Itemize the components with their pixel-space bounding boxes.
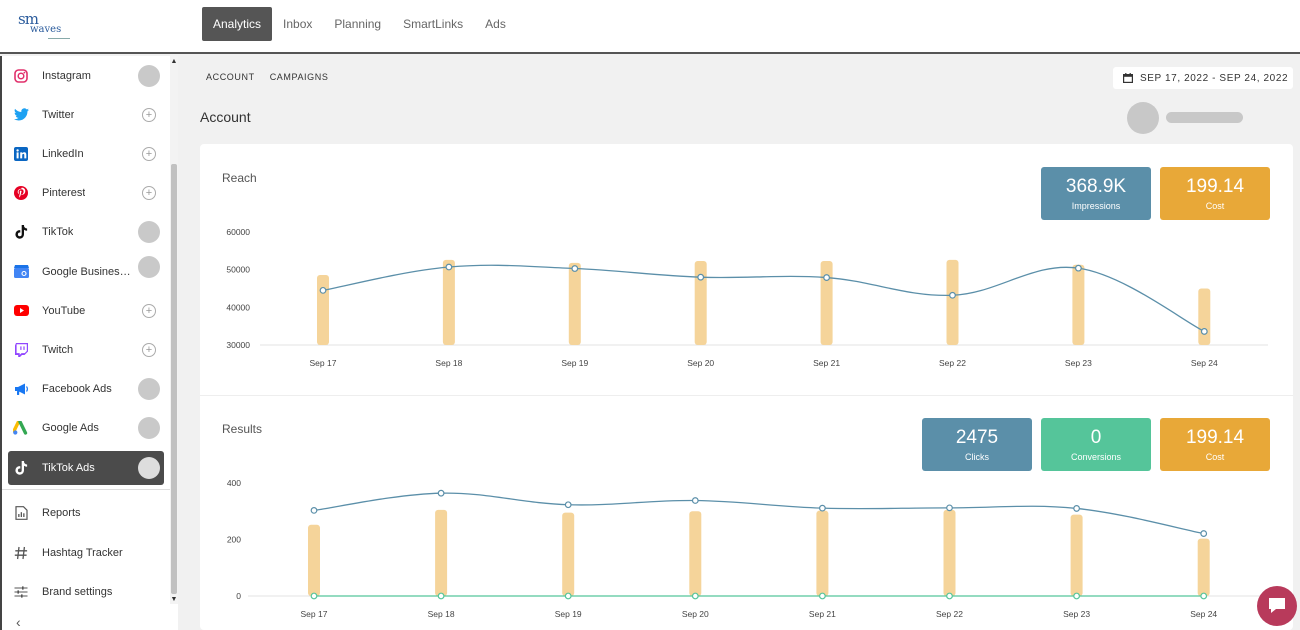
- line-point: [946, 504, 953, 512]
- x-tick-label: Sep 24: [1190, 609, 1217, 619]
- line-point: [1073, 592, 1080, 600]
- line-point: [437, 592, 445, 600]
- x-tick-label: Sep 23: [1063, 609, 1090, 619]
- chart-bar: [1072, 264, 1085, 345]
- chart-bar: [943, 509, 956, 596]
- y-tick-label: 400: [227, 478, 241, 488]
- x-tick-label: Sep 24: [1191, 358, 1218, 368]
- chat-icon: [1269, 598, 1285, 613]
- x-tick-label: Sep 18: [435, 358, 462, 368]
- y-tick-label: 60000: [226, 227, 250, 237]
- chart-bar: [568, 262, 581, 345]
- chart-bar: [820, 261, 833, 345]
- line-point: [1074, 264, 1082, 272]
- line-point: [310, 507, 318, 514]
- chart-bar: [1198, 288, 1211, 345]
- x-tick-label: Sep 23: [1065, 358, 1092, 368]
- charts: 30000 40000 50000 60000 Sep 17 Sep 18 Sep 19 Se…: [226, 227, 1268, 619]
- y-tick-label: 200: [227, 535, 241, 545]
- x-tick-label: Sep 17: [310, 358, 337, 368]
- x-tick-label: Sep 20: [682, 609, 709, 619]
- line-point: [949, 291, 956, 299]
- chart-bar: [442, 259, 455, 345]
- line-point: [1200, 530, 1208, 537]
- series-line: [322, 264, 1205, 333]
- line-point: [1200, 592, 1208, 600]
- x-tick-label: Sep 19: [561, 358, 588, 368]
- line-point: [819, 592, 826, 600]
- y-tick-label: 30000: [226, 340, 250, 350]
- line-point: [697, 273, 705, 281]
- line-point: [310, 592, 318, 600]
- chart-bar: [317, 274, 329, 345]
- chart-bar: [689, 511, 702, 596]
- x-tick-label: Sep 22: [939, 358, 966, 368]
- line-point: [319, 286, 327, 294]
- series-line: [313, 492, 1204, 535]
- x-tick-label: Sep 19: [555, 609, 582, 619]
- line-point: [823, 274, 830, 281]
- y-tick-label: 50000: [226, 265, 250, 275]
- chart-bar: [562, 512, 575, 596]
- chart-bar: [816, 510, 829, 596]
- chat-button[interactable]: [1257, 586, 1297, 626]
- x-tick-label: Sep 20: [687, 358, 714, 368]
- line-point: [819, 504, 826, 512]
- chart-bar: [308, 524, 320, 596]
- chart-bar: [946, 259, 959, 345]
- line-point: [691, 592, 699, 600]
- chart-bar: [1197, 538, 1210, 596]
- line-point: [564, 592, 572, 600]
- chart-bar: [1070, 514, 1083, 596]
- line-point: [1200, 328, 1208, 335]
- line-point: [691, 497, 699, 504]
- x-tick-label: Sep 18: [428, 609, 455, 619]
- line-point: [1073, 505, 1080, 512]
- y-tick-label: 40000: [226, 302, 250, 312]
- x-tick-label: Sep 21: [813, 358, 840, 368]
- chart-bar: [435, 509, 448, 596]
- line-point: [571, 265, 579, 272]
- x-tick-label: Sep 21: [809, 609, 836, 619]
- line-point: [946, 592, 953, 600]
- line-point: [445, 263, 453, 271]
- y-tick-label: 0: [236, 591, 241, 601]
- x-tick-label: Sep 22: [936, 609, 963, 619]
- line-point: [437, 489, 445, 497]
- line-point: [564, 501, 572, 509]
- x-tick-label: Sep 17: [301, 609, 328, 619]
- chart-bar: [694, 261, 707, 345]
